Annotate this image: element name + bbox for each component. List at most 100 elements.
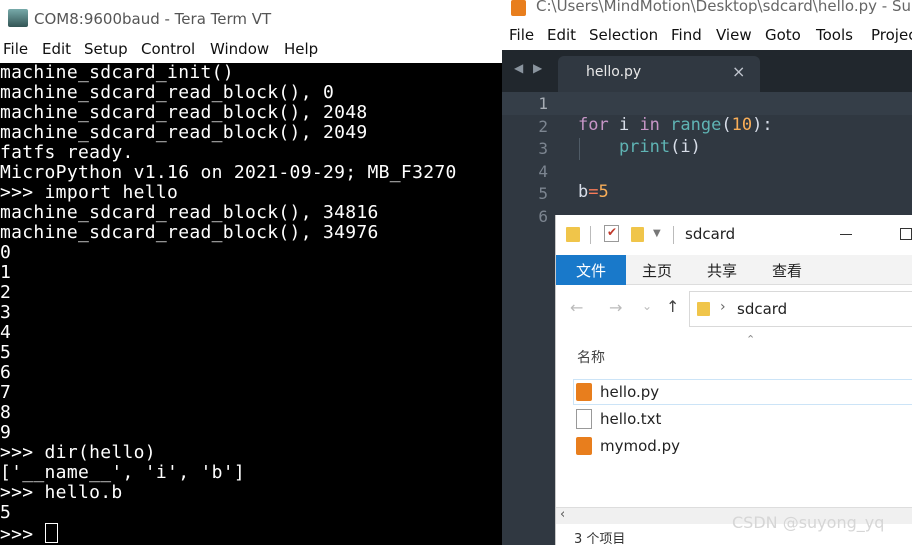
paren-close: ):	[752, 115, 773, 135]
menu-project[interactable]: Projec	[871, 26, 912, 44]
tab-label: hello.py	[586, 64, 642, 80]
scroll-left-icon[interactable]: ‹	[560, 507, 565, 522]
terminal-line: MicroPython v1.16 on 2021-09-29; MB_F327…	[0, 162, 457, 183]
minimize-icon[interactable]	[840, 234, 852, 235]
address-bar-area: ← → ⌄ ↑ › sdcard	[556, 285, 912, 337]
code-line-print[interactable]: print(i)	[578, 137, 701, 157]
back-arrow-icon[interactable]: ←	[570, 298, 583, 317]
terminal-line: 6	[0, 362, 12, 383]
address-box[interactable]: › sdcard	[689, 291, 912, 327]
list-item[interactable]: hello.txt	[576, 407, 661, 431]
menu-edit[interactable]: Edit	[42, 40, 71, 58]
menu-view[interactable]: View	[716, 26, 752, 44]
checkmark-icon: ✔	[607, 225, 618, 239]
watermark: CSDN @suyong_yq	[732, 513, 885, 532]
tab-home[interactable]: 主页	[642, 260, 672, 281]
terminal-output[interactable]: machine_sdcard_init() machine_sdcard_rea…	[0, 63, 502, 545]
sublime-menubar: File Edit Selection Find View Goto Tools…	[502, 20, 912, 50]
keyword-for: for	[578, 115, 609, 135]
builtin-print: print	[578, 137, 671, 157]
menu-goto[interactable]: Goto	[765, 26, 801, 44]
teraterm-menubar: File Edit Setup Control Window Help	[0, 36, 502, 63]
terminal-line: 5	[0, 502, 12, 523]
terminal-line: machine_sdcard_read_block(), 34816	[0, 202, 379, 223]
menu-selection[interactable]: Selection	[589, 26, 658, 44]
operator-eq: =	[588, 182, 599, 202]
code-line-assign[interactable]: b=5	[578, 182, 609, 202]
menu-file[interactable]: File	[509, 26, 534, 44]
tab-view[interactable]: 查看	[772, 260, 802, 281]
menu-edit[interactable]: Edit	[547, 26, 576, 44]
explorer-window: ✔ ▼ sdcard 文件 主页 共享 查看 ← → ⌄ ↑ › sdcard …	[555, 215, 912, 547]
menu-setup[interactable]: Setup	[84, 40, 128, 58]
chevron-down-icon[interactable]: ▼	[653, 228, 661, 239]
list-item[interactable]: mymod.py	[576, 434, 680, 458]
print-args: (i)	[670, 137, 701, 157]
terminal-prompt-line[interactable]: >>>	[0, 523, 58, 545]
terminal-line: >>> import hello	[0, 182, 179, 203]
indent-guide	[579, 138, 580, 160]
menu-window[interactable]: Window	[210, 40, 269, 58]
paren-open: (	[721, 115, 732, 135]
menu-find[interactable]: Find	[671, 26, 702, 44]
divider	[673, 226, 674, 244]
var-i: i	[608, 115, 640, 135]
tab-nav-right-icon[interactable]: ▶	[533, 61, 542, 75]
teraterm-titlebar[interactable]: COM8:9600baud - Tera Term VT	[0, 0, 502, 36]
python-file-icon	[576, 383, 592, 401]
python-file-icon	[576, 437, 592, 455]
line-number: 5	[538, 184, 548, 203]
line-number: 1	[538, 94, 548, 113]
menu-tools[interactable]: Tools	[816, 26, 853, 44]
terminal-line: 7	[0, 382, 12, 403]
terminal-line: machine_sdcard_init()	[0, 62, 234, 83]
window-title: sdcard	[685, 225, 736, 243]
menu-control[interactable]: Control	[141, 40, 195, 58]
close-icon[interactable]: ×	[732, 62, 745, 81]
code-line-for[interactable]: for i in range(10):	[578, 115, 773, 135]
up-arrow-icon[interactable]: ↑	[666, 297, 679, 316]
terminal-line: 2	[0, 282, 12, 303]
var-b: b	[578, 182, 589, 202]
column-header-name[interactable]: 名称	[577, 347, 605, 367]
sublime-titlebar[interactable]: C:\Users\MindMotion\Desktop\sdcard\hello…	[502, 0, 912, 20]
ribbon-tabs: 文件 主页 共享 查看	[556, 255, 912, 285]
line-number: 4	[538, 162, 548, 181]
list-item[interactable]: hello.py	[576, 380, 659, 404]
new-folder-icon[interactable]	[631, 227, 644, 242]
teraterm-window: COM8:9600baud - Tera Term VT File Edit S…	[0, 0, 502, 545]
terminal-line: ['__name__', 'i', 'b']	[0, 462, 246, 483]
teraterm-title: COM8:9600baud - Tera Term VT	[34, 10, 272, 28]
tab-hello-py[interactable]: hello.py ×	[558, 56, 760, 92]
forward-arrow-icon[interactable]: →	[609, 298, 622, 317]
terminal-line: fatfs ready.	[0, 142, 134, 163]
folder-icon	[697, 302, 710, 316]
terminal-line: machine_sdcard_read_block(), 34976	[0, 222, 379, 243]
explorer-titlebar[interactable]: ✔ ▼ sdcard	[556, 215, 912, 255]
status-text: 3 个项目	[574, 532, 626, 547]
terminal-cursor	[44, 523, 58, 543]
tab-file-label: 文件	[576, 262, 607, 280]
maximize-icon[interactable]	[900, 228, 912, 240]
tab-file[interactable]: 文件	[556, 255, 626, 285]
teraterm-app-icon	[8, 9, 28, 27]
terminal-prompt: >>>	[0, 524, 45, 545]
recent-chevron-icon[interactable]: ⌄	[642, 299, 652, 313]
file-name: hello.py	[600, 383, 660, 401]
menu-help[interactable]: Help	[284, 40, 318, 58]
terminal-line: 1	[0, 262, 12, 283]
sublime-title: C:\Users\MindMotion\Desktop\sdcard\hello…	[536, 0, 911, 15]
number-5: 5	[598, 182, 609, 202]
tab-share[interactable]: 共享	[707, 260, 737, 281]
tab-nav-left-icon[interactable]: ◀	[514, 61, 523, 75]
terminal-line: 0	[0, 242, 12, 263]
chevron-right-icon: ›	[720, 299, 726, 315]
keyword-in: in	[639, 115, 660, 135]
menu-file[interactable]: File	[3, 40, 28, 58]
line-number: 6	[538, 207, 548, 226]
text-file-icon	[576, 409, 592, 429]
current-line-highlight	[502, 92, 912, 115]
address-text: sdcard	[737, 300, 788, 318]
line-number: 2	[538, 117, 548, 136]
terminal-line: machine_sdcard_read_block(), 2049	[0, 122, 368, 143]
